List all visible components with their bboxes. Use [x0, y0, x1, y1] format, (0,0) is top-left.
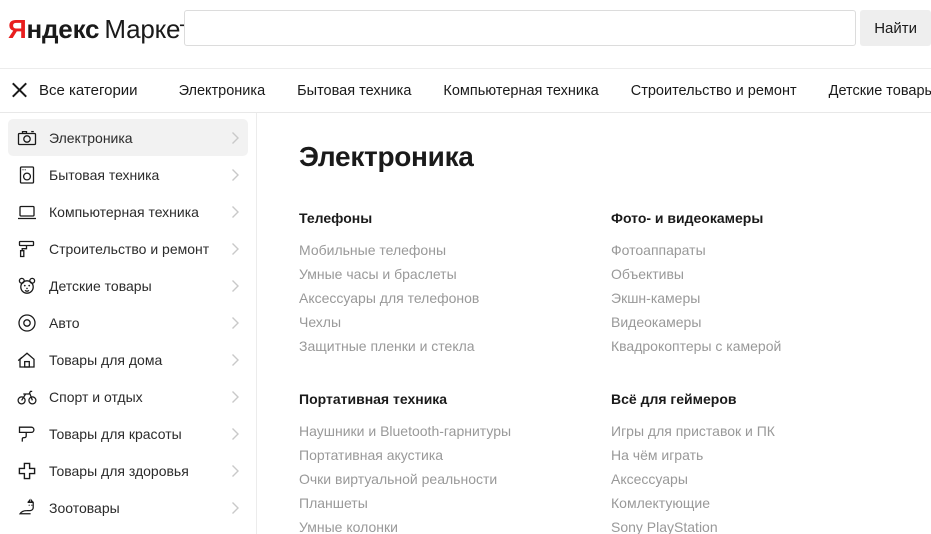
category-content: Электроника Телефоны Мобильные телефоны … [257, 113, 931, 534]
bicycle-icon [16, 386, 37, 407]
sidebar-item-electronics[interactable]: Электроника [8, 119, 248, 156]
sidebar-item-construction[interactable]: Строительство и ремонт [8, 230, 248, 267]
all-categories-toggle[interactable]: Все категории [11, 82, 138, 99]
group-link[interactable]: Видеокамеры [611, 310, 923, 334]
category-sidebar: Электроника Бытовая техника Компьютерная… [0, 113, 257, 534]
group-title: Всё для геймеров [611, 391, 737, 407]
group-link[interactable]: Комлектующие [611, 491, 923, 515]
search-input[interactable] [184, 10, 857, 46]
category-group-portable: Портативная техника Наушники и Bluetooth… [299, 391, 611, 534]
sidebar-item-sport[interactable]: Спорт и отдых [8, 378, 248, 415]
category-navbar: Все категории Электроника Бытовая техник… [0, 68, 931, 113]
steering-wheel-icon [16, 312, 37, 333]
category-group-phones: Телефоны Мобильные телефоны Умные часы и… [299, 210, 611, 358]
teddy-bear-icon [16, 275, 37, 296]
chevron-right-icon [231, 464, 240, 478]
group-link[interactable]: Игры для приставок и ПК [611, 419, 923, 443]
navbar-item-construction[interactable]: Строительство и ремонт [631, 83, 797, 99]
page-body: Электроника Бытовая техника Компьютерная… [0, 113, 931, 534]
group-link[interactable]: Очки виртуальной реальности [299, 467, 611, 491]
category-group-cameras: Фото- и видеокамеры Фотоаппараты Объекти… [611, 210, 923, 358]
chevron-right-icon [231, 131, 240, 145]
chevron-right-icon [231, 279, 240, 293]
sidebar-item-label: Электроника [49, 129, 133, 146]
all-categories-label: Все категории [39, 82, 138, 99]
navbar-item-computers[interactable]: Компьютерная техника [443, 83, 598, 99]
sidebar-item-home-appliances[interactable]: Бытовая техника [8, 156, 248, 193]
sidebar-item-label: Детские товары [49, 277, 152, 294]
sidebar-item-label: Зоотовары [49, 499, 120, 516]
cat-icon [16, 497, 37, 518]
sidebar-item-label: Компьютерная техника [49, 203, 199, 220]
category-column-2: Фото- и видеокамеры Фотоаппараты Объекти… [611, 210, 923, 534]
navbar-items: Электроника Бытовая техника Компьютерная… [179, 83, 931, 99]
yandex-market-logo[interactable]: Яндекс Маркет [8, 14, 191, 44]
group-link[interactable]: На чём играть [611, 443, 923, 467]
logo-product-name: Маркет [104, 14, 192, 44]
group-link[interactable]: Защитные пленки и стекла [299, 334, 611, 358]
site-header: Яндекс Маркет Найти [0, 0, 931, 68]
washing-machine-icon [16, 164, 37, 185]
sidebar-item-health[interactable]: Товары для здоровья [8, 452, 248, 489]
group-link[interactable]: Наушники и Bluetooth-гарнитуры [299, 419, 611, 443]
sidebar-item-label: Товары для дома [49, 351, 163, 368]
sidebar-item-pets[interactable]: Зоотовары [8, 489, 248, 526]
sidebar-item-auto[interactable]: Авто [8, 304, 248, 341]
group-title: Телефоны [299, 210, 373, 226]
page-title: Электроника [299, 141, 474, 172]
group-link[interactable]: Квадрокоптеры с камерой [611, 334, 923, 358]
chevron-right-icon [231, 168, 240, 182]
navbar-item-appliances[interactable]: Бытовая техника [297, 83, 411, 99]
group-link[interactable]: Объективы [611, 262, 923, 286]
sidebar-item-label: Товары для здоровья [49, 462, 189, 479]
category-column-1: Телефоны Мобильные телефоны Умные часы и… [299, 210, 611, 534]
chevron-right-icon [231, 316, 240, 330]
chevron-right-icon [231, 501, 240, 515]
group-link[interactable]: Портативная акустика [299, 443, 611, 467]
group-link[interactable]: Экшн-камеры [611, 286, 923, 310]
sidebar-item-label: Строительство и ремонт [49, 240, 210, 257]
group-link[interactable]: Аксессуары для телефонов [299, 286, 611, 310]
logo-accent-letter: Я [8, 14, 27, 44]
chevron-right-icon [231, 390, 240, 404]
logo-brand-rest: ндекс [26, 14, 100, 44]
group-link[interactable]: Аксессуары [611, 467, 923, 491]
category-columns: Телефоны Мобильные телефоны Умные часы и… [299, 210, 931, 534]
sidebar-item-beauty[interactable]: Товары для красоты [8, 415, 248, 452]
medical-cross-icon [16, 460, 37, 481]
chevron-right-icon [231, 427, 240, 441]
chevron-right-icon [231, 205, 240, 219]
navbar-item-kids[interactable]: Детские товары [829, 83, 931, 99]
sidebar-item-home-goods[interactable]: Товары для дома [8, 341, 248, 378]
sidebar-item-label: Авто [49, 314, 80, 331]
group-link[interactable]: Планшеты [299, 491, 611, 515]
group-link[interactable]: Умные колонки [299, 515, 611, 534]
paint-roller-icon [16, 238, 37, 259]
hair-dryer-icon [16, 423, 37, 444]
sidebar-item-kids-goods[interactable]: Детские товары [8, 267, 248, 304]
house-icon [16, 349, 37, 370]
group-link[interactable]: Чехлы [299, 310, 611, 334]
chevron-right-icon [231, 242, 240, 256]
navbar-item-electronics[interactable]: Электроника [179, 83, 266, 99]
group-link[interactable]: Умные часы и браслеты [299, 262, 611, 286]
chevron-right-icon [231, 353, 240, 367]
group-link[interactable]: Sony PlayStation [611, 515, 923, 534]
search-bar: Найти [184, 10, 931, 46]
sidebar-item-label: Товары для красоты [49, 425, 182, 442]
search-submit-button[interactable]: Найти [860, 10, 931, 46]
sidebar-item-computer-tech[interactable]: Компьютерная техника [8, 193, 248, 230]
laptop-icon [16, 201, 37, 222]
group-title: Фото- и видеокамеры [611, 210, 764, 226]
group-link[interactable]: Мобильные телефоны [299, 238, 611, 262]
group-link[interactable]: Фотоаппараты [611, 238, 923, 262]
category-group-gaming: Всё для геймеров Игры для приставок и ПК… [611, 391, 923, 534]
camera-icon [16, 127, 37, 148]
sidebar-item-label: Бытовая техника [49, 166, 160, 183]
group-title: Портативная техника [299, 391, 448, 407]
close-icon [11, 82, 28, 99]
sidebar-item-label: Спорт и отдых [49, 388, 143, 405]
page-root: Яндекс Маркет Найти Все категории Электро… [0, 0, 931, 534]
